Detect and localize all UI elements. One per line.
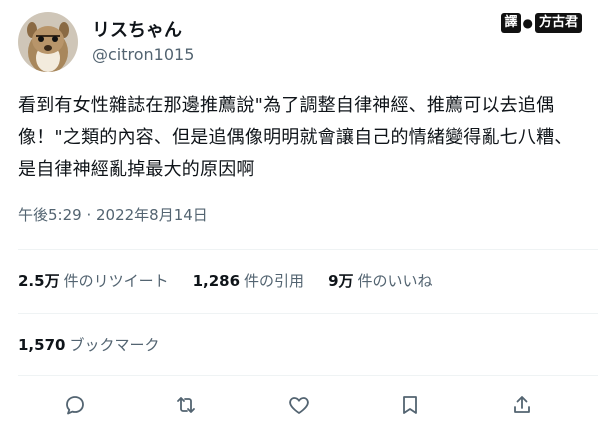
reply-icon: [66, 396, 84, 415]
reply-button[interactable]: [60, 390, 90, 420]
divider: [18, 313, 598, 314]
divider: [18, 249, 598, 250]
watermark-dot: ●: [522, 16, 533, 30]
share-button[interactable]: [507, 390, 537, 420]
watermark-left: 譯: [501, 13, 521, 33]
user-handle[interactable]: @citron1015: [92, 45, 194, 64]
avatar[interactable]: [18, 12, 78, 72]
retweet-button[interactable]: [171, 390, 201, 420]
display-name[interactable]: リスちゃん: [92, 16, 182, 42]
retweet-icon: [177, 397, 195, 413]
bookmark-button[interactable]: [395, 390, 425, 420]
like-count[interactable]: 9万 件のいいね: [328, 270, 432, 291]
like-button[interactable]: [284, 390, 314, 420]
quote-count[interactable]: 1,286 件の引用: [193, 270, 304, 291]
action-bar: [0, 384, 598, 426]
retweet-count[interactable]: 2.5万 件のリツイート: [18, 270, 169, 291]
tweet-text: 看到有女性雜誌在那邊推薦說"為了調整自律神經、推薦可以去追偶像！"之類的內容、但…: [18, 95, 573, 180]
tweet-timestamp[interactable]: 午後5:29 · 2022年8月14日: [18, 204, 208, 225]
watermark-right: 方古君: [534, 13, 582, 33]
like-icon: [289, 397, 309, 414]
squirrel-avatar-image: [18, 12, 78, 72]
bookmark-count[interactable]: 1,570 ブックマーク: [18, 334, 159, 355]
bookmark-icon: [403, 396, 417, 414]
translator-watermark: 譯 ● 方古君: [501, 12, 582, 34]
engagement-stats: 2.5万 件のリツイート 1,286 件の引用 9万 件のいいね: [18, 270, 433, 291]
share-icon: [514, 396, 530, 413]
divider: [18, 375, 598, 376]
